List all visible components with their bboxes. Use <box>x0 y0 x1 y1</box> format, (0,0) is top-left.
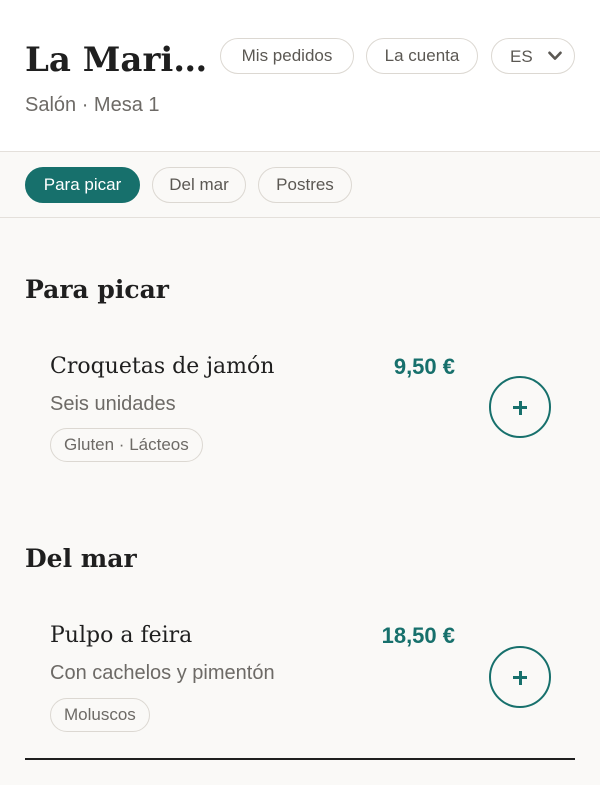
my-orders-button[interactable]: Mis pedidos <box>220 38 354 74</box>
item-price: 18,50 € <box>381 623 455 648</box>
item-name: Croquetas de jamón <box>50 354 275 379</box>
add-item-button[interactable] <box>489 646 551 708</box>
restaurant-title: La Mari… <box>25 40 208 80</box>
section-title-para-picar: Para picar <box>25 275 169 304</box>
item-description: Con cachelos y pimentón <box>50 662 275 684</box>
bill-button[interactable]: La cuenta <box>366 38 478 74</box>
add-item-button[interactable] <box>489 376 551 438</box>
tab-del-mar[interactable]: Del mar <box>152 167 246 203</box>
category-tabs: Para picar Del mar Postres <box>0 152 600 218</box>
allergen-badge: Gluten · Lácteos <box>50 428 203 462</box>
language-select[interactable]: ES <box>491 38 575 74</box>
tab-postres[interactable]: Postres <box>258 167 352 203</box>
chevron-down-icon <box>548 51 562 60</box>
item-description: Seis unidades <box>50 393 176 415</box>
tab-para-picar[interactable]: Para picar <box>25 167 140 203</box>
item-price: 9,50 € <box>393 354 455 379</box>
language-value: ES <box>510 47 533 66</box>
item-name: Pulpo a feira <box>50 623 193 648</box>
section-title-del-mar: Del mar <box>25 544 137 573</box>
allergen-badge: Moluscos <box>50 698 150 732</box>
table-subtitle: Salón · Mesa 1 <box>25 94 160 116</box>
section-divider <box>25 758 575 760</box>
app-header: La Mari… Salón · Mesa 1 Mis pedidos La c… <box>0 0 600 152</box>
